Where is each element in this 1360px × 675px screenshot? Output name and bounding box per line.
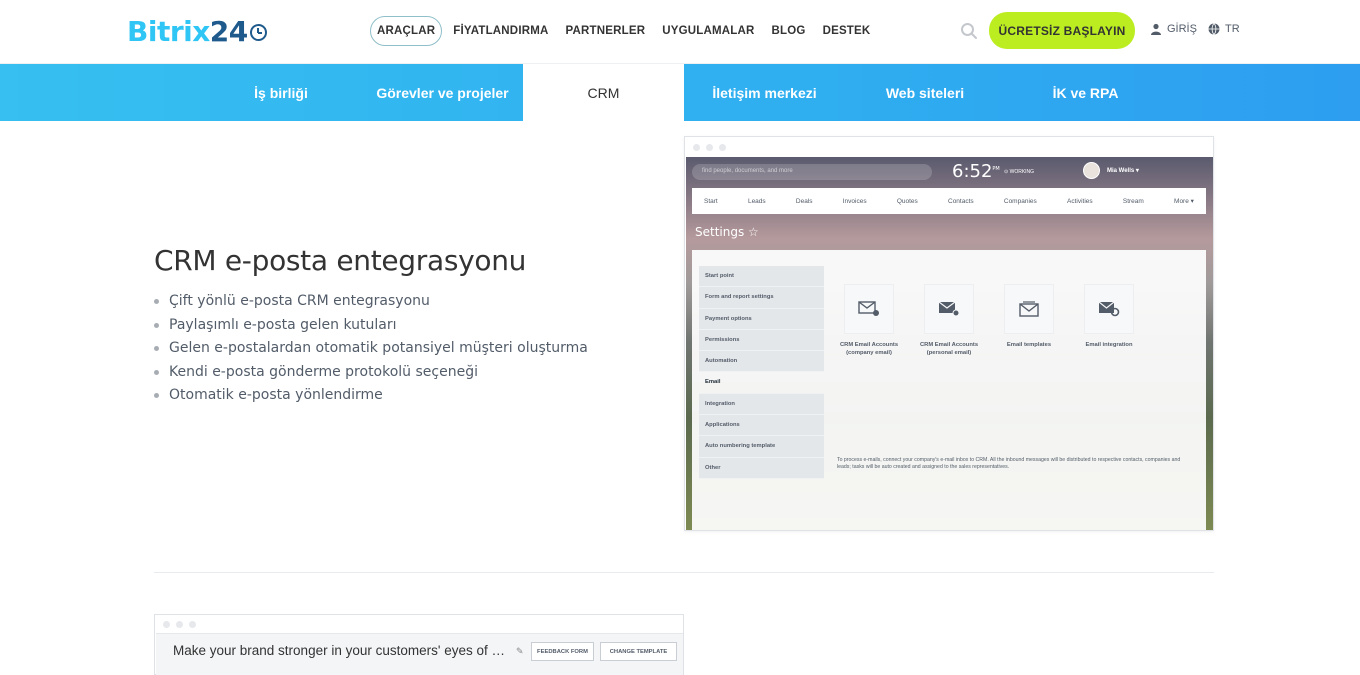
mail-gear-icon	[1098, 301, 1120, 317]
nav-destek[interactable]: DESTEK	[823, 25, 871, 37]
mock-email-note: To process e-mails, connect your company…	[837, 457, 1181, 470]
login-label: GİRİŞ	[1167, 23, 1197, 35]
mock-settings-sidebar: Start point Form and report settings Pay…	[699, 266, 824, 479]
feature-bullet: Gelen e-postalardan otomatik potansiyel …	[154, 339, 588, 363]
search-icon[interactable]	[960, 22, 978, 40]
mail-settings-icon	[858, 301, 879, 316]
tab-contact-center[interactable]: İletişim merkezi	[684, 64, 845, 121]
window-chrome	[155, 615, 683, 633]
tab-collaboration[interactable]: İş birliği	[200, 64, 362, 121]
tile-company-email: CRM Email Accounts (company email)	[837, 284, 901, 357]
tab-crm[interactable]: CRM	[523, 64, 684, 121]
avatar	[1083, 162, 1100, 179]
mail-template-icon	[1019, 301, 1039, 317]
mock-settings-panel: Start point Form and report settings Pay…	[692, 250, 1206, 530]
nav-araclar[interactable]: ARAÇLAR	[370, 16, 443, 46]
mock-campaign-title: Make your brand stronger in your custome…	[173, 643, 508, 658]
mock-feedback-form-button: FEEDBACK FORM	[531, 642, 594, 661]
nav-fiyatlandirma[interactable]: FİYATLANDIRMA	[453, 25, 548, 37]
section-divider	[154, 572, 1214, 573]
tile-personal-email: CRM Email Accounts (personal email)	[917, 284, 981, 357]
tab-websites[interactable]: Web siteleri	[845, 64, 1005, 121]
tile-email-integration: Email integration	[1077, 284, 1141, 357]
mock-user-name: Mia Wells ▾	[1107, 168, 1139, 174]
feature-bullet: Çift yönlü e-posta CRM entegrasyonu	[154, 292, 588, 316]
clock-icon	[249, 24, 267, 41]
feature-bullet: Otomatik e-posta yönlendirme	[154, 386, 588, 410]
feature-bullet: Kendi e-posta gönderme protokolü seçeneğ…	[154, 363, 588, 387]
main-nav: ARAÇLAR FİYATLANDIRMA PARTNERLER UYGULAM…	[370, 14, 887, 48]
feature-list: Çift yönlü e-posta CRM entegrasyonu Payl…	[154, 292, 588, 410]
start-free-button[interactable]: ÜCRETSİZ BAŞLAYIN	[989, 12, 1135, 49]
tab-hr-rpa[interactable]: İK ve RPA	[1005, 64, 1166, 121]
tab-tasks-projects[interactable]: Görevler ve projeler	[362, 64, 523, 121]
webform-screenshot: Make your brand stronger in your custome…	[154, 614, 684, 675]
product-tabs: İş birliği Görevler ve projeler CRM İlet…	[0, 64, 1360, 121]
crm-screenshot: find people, documents, and more 6:52PM …	[684, 136, 1214, 531]
login-link[interactable]: GİRİŞ	[1150, 23, 1197, 35]
logo-brand: Bitrix	[127, 15, 210, 48]
mock-crm-menu: Start Leads Deals Invoices Quotes Contac…	[692, 188, 1206, 214]
user-icon	[1151, 23, 1161, 35]
nav-blog[interactable]: BLOG	[772, 25, 806, 37]
feature-bullet: Paylaşımlı e-posta gelen kutuları	[154, 316, 588, 340]
language-label: TR	[1225, 23, 1240, 35]
language-selector[interactable]: TR	[1208, 23, 1240, 35]
feature-title: CRM e-posta entegrasyonu	[154, 244, 527, 277]
bitrix24-logo[interactable]: Bitrix24	[127, 15, 267, 48]
nav-partnerler[interactable]: PARTNERLER	[566, 25, 646, 37]
crm-screen: find people, documents, and more 6:52PM …	[686, 157, 1213, 530]
mock-search-bar: find people, documents, and more	[692, 164, 932, 180]
window-chrome	[685, 137, 1213, 157]
mock-page-title: Settings ☆	[695, 225, 759, 239]
mock-email-tiles: CRM Email Accounts (company email) CRM E…	[837, 284, 1157, 357]
globe-icon	[1208, 23, 1220, 35]
pencil-icon: ✎	[516, 646, 524, 656]
mock-working-status: ⊙ WORKING	[1004, 169, 1035, 175]
site-header: Bitrix24 ARAÇLAR FİYATLANDIRMA PARTNERLE…	[0, 0, 1360, 64]
mail-user-icon	[938, 301, 960, 317]
mock-change-template-button: CHANGE TEMPLATE	[600, 642, 677, 661]
logo-number: 24	[209, 15, 248, 48]
nav-uygulamalar[interactable]: UYGULAMALAR	[662, 25, 754, 37]
mock-clock: 6:52PM	[952, 161, 1000, 182]
tile-email-templates: Email templates	[997, 284, 1061, 357]
